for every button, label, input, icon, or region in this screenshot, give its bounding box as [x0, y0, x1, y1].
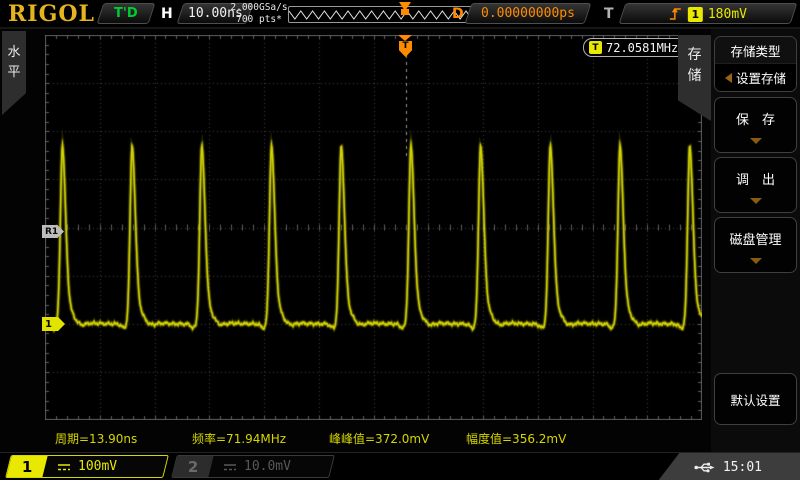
menu-item-recall[interactable]: 调 出 — [714, 157, 797, 213]
sample-rate-block: 2.000GSa/s 700 pts* — [230, 2, 288, 26]
menu-title-storage-type: 存储类型 — [715, 37, 796, 63]
delay-value: 0.00000000ps — [481, 6, 575, 21]
oscilloscope-screen: RIGOL T'D H 10.00ns 2.000GSa/s 700 pts* … — [0, 0, 800, 480]
memory-trigger-arrow-icon — [399, 2, 411, 11]
channel1-tab[interactable]: 1 100mV — [5, 455, 169, 478]
menu-label-default-setup: 默认设置 — [730, 390, 780, 409]
channel-status-bar: 1 100mV 2 10.0mV — [0, 452, 800, 480]
menu-label-save: 保 存 — [715, 98, 796, 138]
down-arrow-icon — [750, 138, 762, 144]
menu-item-disk-manage[interactable]: 磁盘管理 — [714, 217, 797, 273]
measurement-frequency: 频率=71.94MHz — [192, 430, 286, 447]
top-status-bar: RIGOL T'D H 10.00ns 2.000GSa/s 700 pts* … — [0, 0, 800, 29]
trigger-settings-badge: 1 180mV — [619, 3, 798, 24]
trigger-source-badge: 1 — [688, 6, 703, 21]
menu-label-recall: 调 出 — [715, 158, 796, 198]
measurement-amplitude: 幅度值=356.2mV — [466, 430, 566, 447]
dc-coupling-icon — [223, 462, 237, 472]
tab-horizontal-menu[interactable]: 水平 — [2, 31, 26, 115]
channel1-scale: 100mV — [78, 459, 117, 474]
system-status-area: 15:01 — [658, 453, 800, 480]
sample-rate: 2.000GSa/s — [230, 2, 288, 14]
waveform-display — [45, 35, 702, 420]
rigol-logo: RIGOL — [8, 1, 95, 27]
menu-item-storage-type[interactable]: 存储类型 设置存储 — [714, 36, 797, 92]
measurement-period: 周期=13.90ns — [55, 430, 137, 447]
usb-icon — [694, 461, 716, 474]
measurement-vpp: 峰峰值=372.0mV — [329, 430, 429, 447]
counter-source-badge: T — [589, 41, 602, 54]
menu-item-save[interactable]: 保 存 — [714, 97, 797, 153]
horizontal-label: H — [161, 6, 173, 22]
channel2-number: 2 — [188, 458, 198, 476]
memory-depth: 700 pts* — [230, 14, 288, 26]
down-arrow-icon — [750, 198, 762, 204]
trigger-status-badge: T'D — [97, 3, 156, 24]
softkey-menu: 存储类型 设置存储 保 存 调 出 磁盘管理 默认设置 — [711, 29, 800, 452]
clock: 15:01 — [723, 460, 762, 475]
counter-frequency-value: 72.0581MHz — [606, 41, 678, 55]
channel2-scale: 10.0mV — [244, 459, 291, 474]
menu-item-default-setup[interactable]: 默认设置 — [714, 373, 797, 425]
trigger-status-text: T'D — [114, 6, 138, 21]
down-arrow-icon — [750, 258, 762, 264]
delay-label: D — [452, 6, 464, 22]
waveform-area: 水平 R1 1 T T 72.0581MHz 存储 存储类型 设置存储 保 存 — [0, 29, 800, 452]
channel2-tab[interactable]: 2 10.0mV — [171, 455, 335, 478]
delay-badge: 0.00000000ps — [465, 3, 592, 24]
dc-coupling-icon — [57, 462, 71, 472]
channel1-number: 1 — [22, 458, 32, 476]
trigger-level-value: 180mV — [708, 6, 747, 21]
trigger-position-arrow-icon — [398, 35, 412, 41]
menu-label-disk-manage: 磁盘管理 — [715, 218, 796, 258]
trigger-label: T — [604, 6, 614, 22]
left-arrow-icon — [725, 73, 732, 83]
menu-value-storage-type: 设置存储 — [736, 68, 786, 87]
rising-edge-icon — [669, 6, 683, 22]
